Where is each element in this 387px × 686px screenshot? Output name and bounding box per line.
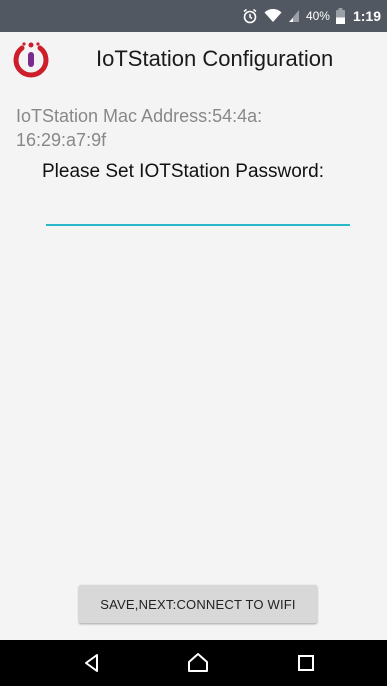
- alarm-icon: [242, 8, 258, 24]
- recents-icon[interactable]: [294, 651, 318, 675]
- status-time: 1:19: [352, 8, 381, 24]
- iotstation-logo-icon: [11, 40, 51, 80]
- page-title: IoTStation Configuration: [96, 46, 334, 71]
- save-next-button[interactable]: SAVE,NEXT:CONNECT TO WIFI: [79, 585, 317, 623]
- battery-icon: [335, 8, 345, 24]
- back-icon[interactable]: [80, 651, 104, 675]
- wifi-icon: [264, 9, 282, 23]
- navigation-bar: [0, 640, 387, 686]
- battery-percent: 40%: [305, 9, 330, 23]
- status-bar: 40% 1:19: [0, 0, 387, 32]
- mac-address-label: IoTStation Mac Address:54:4a: 16:29:a7:9…: [16, 104, 346, 152]
- password-input[interactable]: [46, 200, 350, 226]
- mac-address-text: IoTStation Mac Address:54:4a: 16:29:a7:9…: [16, 106, 263, 150]
- app-bar: IoTStation Configuration: [0, 32, 387, 88]
- password-prompt: Please Set IOTStation Password:: [42, 161, 324, 182]
- home-icon[interactable]: [186, 651, 210, 675]
- signal-icon: [288, 9, 300, 23]
